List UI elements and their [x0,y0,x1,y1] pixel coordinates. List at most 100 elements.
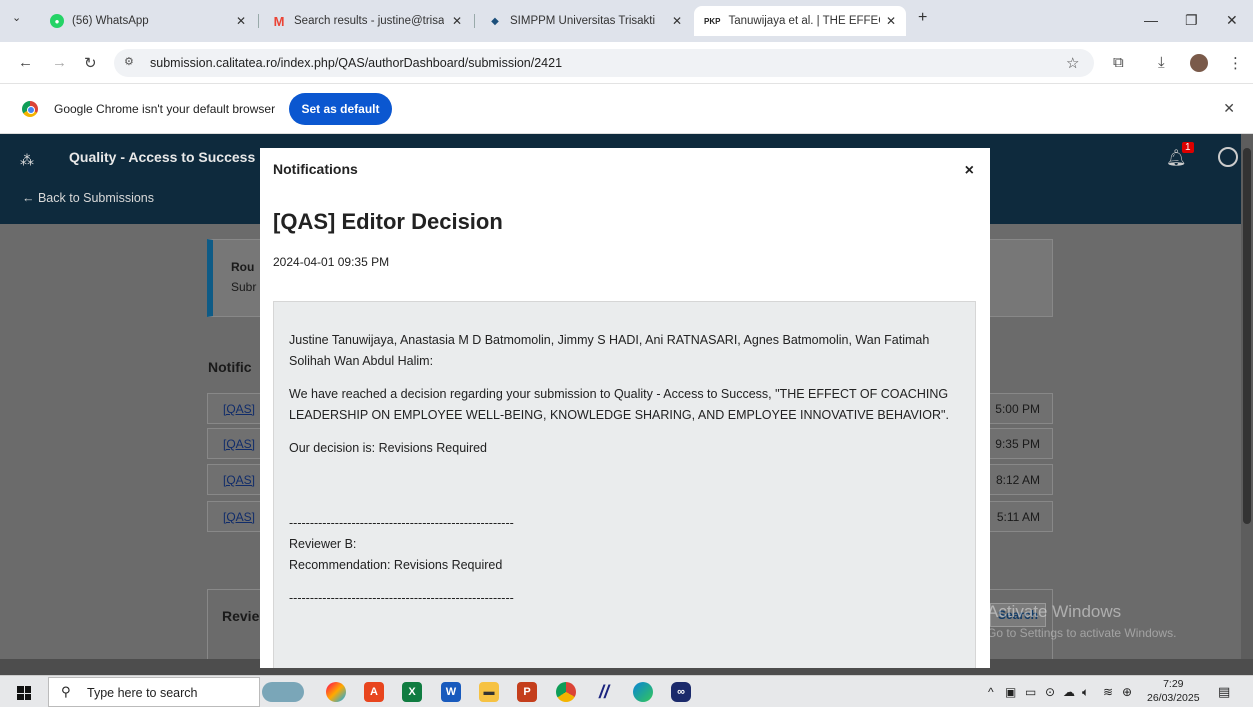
new-tab-button[interactable]: + [918,9,927,27]
url-field[interactable]: ⚙ submission.calitatea.ro/index.php/QAS/… [114,49,1094,77]
search-icon: ⚲ [61,684,71,699]
infobar-close-icon[interactable]: ✕ [1223,100,1235,117]
windows-start-icon[interactable] [17,686,31,700]
notification-modal: Notifications × [QAS] Editor Decision 20… [260,148,990,668]
modal-date: 2024-04-01 09:35 PM [273,255,390,269]
system-clock[interactable]: 7:29 26/03/2025 [1147,677,1200,705]
clock-date: 26/03/2025 [1147,692,1200,704]
email-recipients: Justine Tanuwijaya, Anastasia M D Batmom… [289,333,930,368]
journal-title[interactable]: Quality - Access to Success [69,149,255,165]
pdf-app-icon[interactable]: A [364,682,384,702]
location-icon[interactable]: ⊙ [1045,685,1055,699]
forward-arrow-icon[interactable]: → [52,54,67,71]
clock-time: 7:29 [1163,678,1184,690]
word-icon[interactable]: W [441,682,461,702]
notifications-heading: Notific [208,359,252,375]
cloud-icon[interactable]: ☁ [1063,685,1075,699]
edge-icon[interactable] [633,682,653,702]
menu-kebab-icon[interactable]: ⋮ [1228,54,1243,72]
tab-gmail[interactable]: M Search results - justine@trisakti ✕ [262,6,472,36]
restore-icon[interactable]: ❐ [1185,12,1198,29]
infobar-message: Google Chrome isn't your default browser [54,102,276,116]
tab-title: SIMPPM Universitas Trisakti [510,15,656,27]
modal-header: Notifications [273,161,358,177]
profile-avatar[interactable] [1190,54,1208,72]
page-scrollbar[interactable] [1241,134,1253,659]
reviewer-label: Reviewer B: [289,537,357,551]
wifi-icon[interactable]: ≋ [1103,685,1113,699]
site-info-icon[interactable]: ⚙ [124,55,134,68]
gmail-icon: M [273,13,285,29]
copilot-icon[interactable] [326,682,346,702]
taskbar-search-box[interactable]: ⚲ Type here to search [48,677,260,707]
trisakti-icon: ◆ [491,15,499,27]
set-default-button[interactable]: Set as default [289,93,392,125]
activate-windows-watermark: Activate Windows [987,602,1122,621]
notification-link[interactable]: [QAS] [223,473,255,487]
chrome-logo-icon [22,101,38,117]
divider-line: ----------------------------------------… [289,591,514,605]
notification-time: 9:35 PM [995,437,1040,451]
pkp-icon: PKP [704,16,721,26]
modal-close-button[interactable]: × [965,162,974,180]
volume-icon[interactable]: 🔈︎ [1082,685,1089,700]
user-account-icon[interactable] [1218,147,1238,167]
notification-time: 5:11 AM [996,510,1040,524]
sitemap-icon[interactable]: ⁂ [20,152,34,169]
search-placeholder: Type here to search [87,686,198,700]
round-label: Rou [231,260,255,274]
close-tab-icon[interactable]: ✕ [672,14,682,28]
manatee-widget-icon[interactable] [262,682,304,702]
tab-pkp-active[interactable]: PKP Tanuwijaya et al. | THE EFFECT O ✕ [694,6,906,36]
language-icon[interactable]: ⊕ [1122,685,1132,699]
powerpoint-icon[interactable]: P [517,682,537,702]
tab-search-icon[interactable]: ⌄ [12,11,21,24]
close-tab-icon[interactable]: ✕ [452,14,462,28]
scrollbar-thumb[interactable] [1243,148,1251,524]
back-arrow-icon[interactable]: ← [18,54,33,71]
back-to-submissions-link[interactable]: ← Back to Submissions [22,191,154,205]
tab-title: (56) WhatsApp [72,15,149,27]
tab-simppm[interactable]: ◆ SIMPPM Universitas Trisakti ✕ [478,6,692,36]
email-decision-intro: We have reached a decision regarding you… [289,387,949,422]
notification-link[interactable]: [QAS] [223,437,255,451]
url-text: submission.calitatea.ro/index.php/QAS/au… [150,56,563,70]
browser-tab-strip: ⌄ ● (56) WhatsApp ✕ M Search results - j… [0,0,1253,42]
battery-icon[interactable]: ▭ [1025,685,1036,699]
file-explorer-icon[interactable]: ▬ [479,682,499,702]
notification-time: 8:12 AM [995,473,1040,487]
excel-icon[interactable]: X [402,682,422,702]
email-body: Justine Tanuwijaya, Anastasia M D Batmom… [273,301,976,668]
chrome-taskbar-icon[interactable] [556,682,576,702]
windows-taskbar: ⚲ Type here to search A X W ▬ P // ∞ ^ ▣… [0,675,1253,707]
minimize-icon[interactable]: — [1144,12,1158,28]
zoom-like-app-icon[interactable]: ∞ [671,682,691,702]
notification-center-icon[interactable]: ▤ [1218,684,1230,700]
stylized-app-icon[interactable]: // [594,682,614,702]
address-bar-row: ← → ↻ ⚙ submission.calitatea.ro/index.ph… [0,42,1253,84]
notification-time: 5:00 PM [995,402,1040,416]
tray-app-icon[interactable]: ▣ [1005,685,1016,699]
close-tab-icon[interactable]: ✕ [236,14,246,28]
default-browser-infobar: Google Chrome isn't your default browser… [0,84,1253,134]
reviewer-recommendation: Recommendation: Revisions Required [289,558,503,572]
whatsapp-icon: ● [50,14,64,28]
reload-icon[interactable]: ↻ [84,54,97,72]
close-tab-icon[interactable]: ✕ [886,14,896,28]
extensions-icon[interactable]: ⧉ [1113,54,1124,71]
tab-title: Search results - justine@trisakti [294,15,444,27]
round-status: Subr [231,280,257,294]
notification-count-badge: 1 [1182,142,1194,153]
download-icon[interactable]: ⤓ [1158,54,1165,71]
divider-line: ----------------------------------------… [289,516,514,530]
tab-whatsapp[interactable]: ● (56) WhatsApp ✕ [40,6,256,36]
notification-link[interactable]: [QAS] [223,510,255,524]
tray-chevron-icon[interactable]: ^ [988,685,994,699]
modal-title: [QAS] Editor Decision [273,209,503,234]
tab-title: Tanuwijaya et al. | THE EFFECT O [728,15,880,27]
review-files-heading: Revie [222,608,260,624]
email-decision: Our decision is: Revisions Required [289,441,488,455]
bookmark-star-icon[interactable]: ☆ [1066,54,1079,72]
notification-link[interactable]: [QAS] [223,402,255,416]
close-window-icon[interactable]: ✕ [1226,12,1238,29]
